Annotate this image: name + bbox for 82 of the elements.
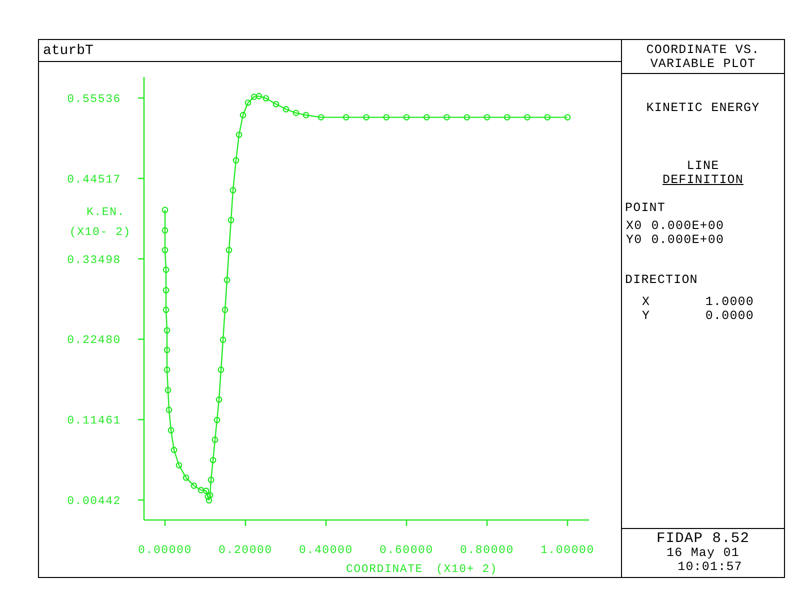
y-tick-label: 0.11461: [67, 414, 121, 428]
y-tick-label: 0.44517: [67, 173, 121, 186]
plot-date: 16 May 01: [666, 546, 740, 560]
data-point: [240, 112, 246, 118]
data-point: [164, 327, 170, 334]
data-point: [403, 114, 410, 120]
data-point: [162, 227, 168, 234]
direction-value: 0.0000: [705, 309, 754, 323]
data-point: [214, 416, 220, 424]
data-point: [162, 246, 168, 254]
y-tick-label: 0.22480: [67, 334, 121, 348]
data-point: [162, 206, 168, 214]
y-axis-scale: (X10- 2): [69, 226, 131, 239]
data-point: [162, 266, 170, 273]
data-point: [318, 114, 324, 120]
x-axis-scale: (X10+ 2): [436, 563, 498, 576]
data-point: [170, 446, 178, 454]
x-tick-label: 0.40000: [299, 544, 353, 557]
data-point: [230, 187, 236, 194]
data-point: [484, 114, 490, 120]
y-tick-label: 0.00442: [67, 495, 121, 508]
direction-name: X: [642, 295, 650, 309]
data-point: [182, 474, 190, 481]
data-point: [236, 132, 242, 138]
data-point: [212, 436, 218, 443]
plot-time: 10:01:57: [678, 560, 742, 574]
data-point: [176, 462, 182, 468]
data-point: [232, 157, 240, 164]
x-tick-label: 0.80000: [460, 544, 514, 557]
data-point: [444, 114, 450, 120]
direction-name: Y: [642, 309, 650, 323]
data-point: [282, 106, 290, 112]
data-point: [544, 114, 551, 120]
coordinate-name: X0: [626, 219, 642, 233]
data-point: [504, 114, 510, 120]
x-tick-label: 0.60000: [380, 544, 434, 557]
data-point: [564, 114, 571, 120]
data-point: [383, 114, 390, 120]
direction-label: DIRECTION: [625, 273, 698, 287]
data-point: [302, 112, 310, 118]
data-point: [524, 114, 530, 120]
x-tick-label: 1.00000: [540, 544, 594, 557]
data-point: [220, 336, 226, 343]
coordinate-name: Y0: [626, 233, 642, 247]
data-point: [210, 456, 216, 464]
direction-value: 1.0000: [705, 295, 754, 309]
data-point: [164, 346, 170, 354]
section-title: LINE: [686, 159, 720, 173]
x-tick-label: 0.00000: [138, 544, 192, 557]
data-point: [363, 114, 370, 120]
program-version: FIDAP 8.52: [656, 532, 750, 546]
data-point: [216, 396, 222, 403]
variable-name: KINETIC ENERGY: [646, 101, 760, 115]
data-point: [222, 306, 228, 314]
data-point: [464, 114, 470, 120]
data-point: [218, 366, 224, 373]
data-point: [272, 100, 280, 108]
data-point: [423, 114, 430, 120]
data-point: [162, 306, 170, 314]
panel-heading: VARIABLE PLOT: [650, 56, 756, 70]
data-point: [166, 406, 172, 414]
data-point: [164, 366, 170, 373]
data-point: [224, 276, 230, 284]
data-point: [208, 476, 214, 484]
data-point: [342, 114, 350, 120]
data-point: [168, 427, 174, 434]
coordinate-value: 0.000E+00: [651, 219, 724, 233]
data-point: [162, 286, 170, 294]
y-tick-label: 0.33498: [67, 254, 121, 267]
x-tick-label: 0.20000: [218, 544, 272, 557]
data-point: [228, 216, 234, 224]
data-point: [164, 386, 172, 394]
section-title: DEFINITION: [662, 173, 744, 187]
data-point: [226, 246, 232, 254]
y-tick-label: 0.55536: [67, 93, 121, 106]
x-axis-title: COORDINATE: [346, 563, 424, 576]
window-title: aturbT: [43, 44, 94, 58]
point-label: POINT: [625, 201, 666, 215]
y-axis-title: K.EN.: [86, 206, 125, 219]
coordinate-value: 0.000E+00: [651, 233, 724, 247]
panel-heading: COORDINATE VS.: [646, 42, 760, 56]
data-point: [292, 110, 300, 116]
